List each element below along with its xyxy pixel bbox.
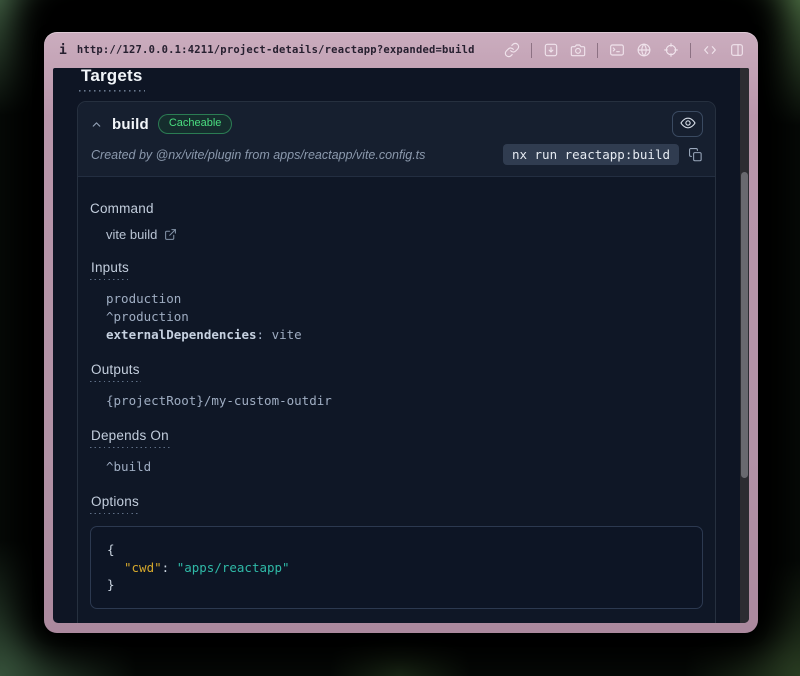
url-text[interactable]: http://127.0.0.1:4211/project-details/re… bbox=[77, 44, 475, 56]
section-label-outputs: Outputs bbox=[90, 362, 703, 382]
section-label-options: Options bbox=[90, 494, 703, 514]
code-line: "cwd": "apps/reactapp" bbox=[107, 559, 686, 577]
build-card-header[interactable]: build Cacheable Created by @nx/vite/plug… bbox=[78, 102, 715, 177]
link-icon[interactable] bbox=[504, 42, 520, 58]
toolbar-separator bbox=[531, 43, 532, 58]
depends-on-item: ^build bbox=[106, 458, 703, 476]
toolbar-separator bbox=[597, 43, 598, 58]
options-code-block: { "cwd": "apps/reactapp" } bbox=[90, 526, 703, 609]
output-item: {projectRoot}/my-custom-outdir bbox=[106, 392, 703, 410]
toolbar-separator bbox=[690, 43, 691, 58]
outputs-list: {projectRoot}/my-custom-outdir bbox=[106, 392, 703, 410]
url-bar: i http://127.0.0.1:4211/project-details/… bbox=[53, 32, 749, 68]
browser-toolbar bbox=[504, 42, 745, 58]
inputs-list: production ^production externalDependenc… bbox=[106, 290, 703, 344]
build-card-body: Command vite build Inputs production ^pr… bbox=[78, 177, 715, 623]
code-line: { bbox=[107, 541, 686, 559]
external-link-icon[interactable] bbox=[164, 228, 177, 241]
camera-icon[interactable] bbox=[570, 42, 586, 58]
section-label-command: Command bbox=[90, 201, 703, 216]
info-icon: i bbox=[59, 44, 67, 57]
section-label-depends-on: Depends On bbox=[90, 428, 703, 448]
input-item: production bbox=[106, 290, 703, 308]
page-title: Targets bbox=[79, 68, 145, 92]
terminal-icon[interactable] bbox=[609, 42, 625, 58]
run-command-chip[interactable]: nx run reactapp:build bbox=[503, 144, 679, 165]
command-value-row: vite build bbox=[106, 227, 703, 242]
section-label-inputs: Inputs bbox=[90, 260, 703, 280]
code-icon[interactable] bbox=[702, 42, 718, 58]
globe-icon[interactable] bbox=[636, 42, 652, 58]
copy-command-button[interactable] bbox=[688, 147, 703, 162]
command-value: vite build bbox=[106, 227, 157, 242]
scrollbar-track[interactable] bbox=[740, 68, 749, 623]
cacheable-badge: Cacheable bbox=[158, 114, 233, 134]
code-line: } bbox=[107, 576, 686, 594]
created-by-text: Created by @nx/vite/plugin from apps/rea… bbox=[91, 148, 425, 162]
project-details-page: Targets build Cacheable Created by @nx/v… bbox=[53, 68, 749, 623]
target-icon[interactable] bbox=[663, 42, 679, 58]
view-target-button[interactable] bbox=[672, 111, 703, 137]
app-window: i http://127.0.0.1:4211/project-details/… bbox=[44, 32, 758, 633]
input-item: ^production bbox=[106, 308, 703, 326]
input-item-external-deps: externalDependencies: vite bbox=[106, 326, 703, 344]
chevron-up-icon[interactable] bbox=[90, 118, 103, 131]
web-content: Targets build Cacheable Created by @nx/v… bbox=[53, 68, 749, 623]
copy-icon bbox=[688, 150, 703, 165]
split-panel-icon[interactable] bbox=[729, 42, 745, 58]
scrollbar-thumb[interactable] bbox=[741, 172, 748, 478]
target-card-build: build Cacheable Created by @nx/vite/plug… bbox=[77, 101, 716, 623]
target-name[interactable]: build bbox=[112, 116, 149, 133]
import-image-icon[interactable] bbox=[543, 42, 559, 58]
depends-on-list: ^build bbox=[106, 458, 703, 476]
eye-icon bbox=[680, 115, 696, 134]
